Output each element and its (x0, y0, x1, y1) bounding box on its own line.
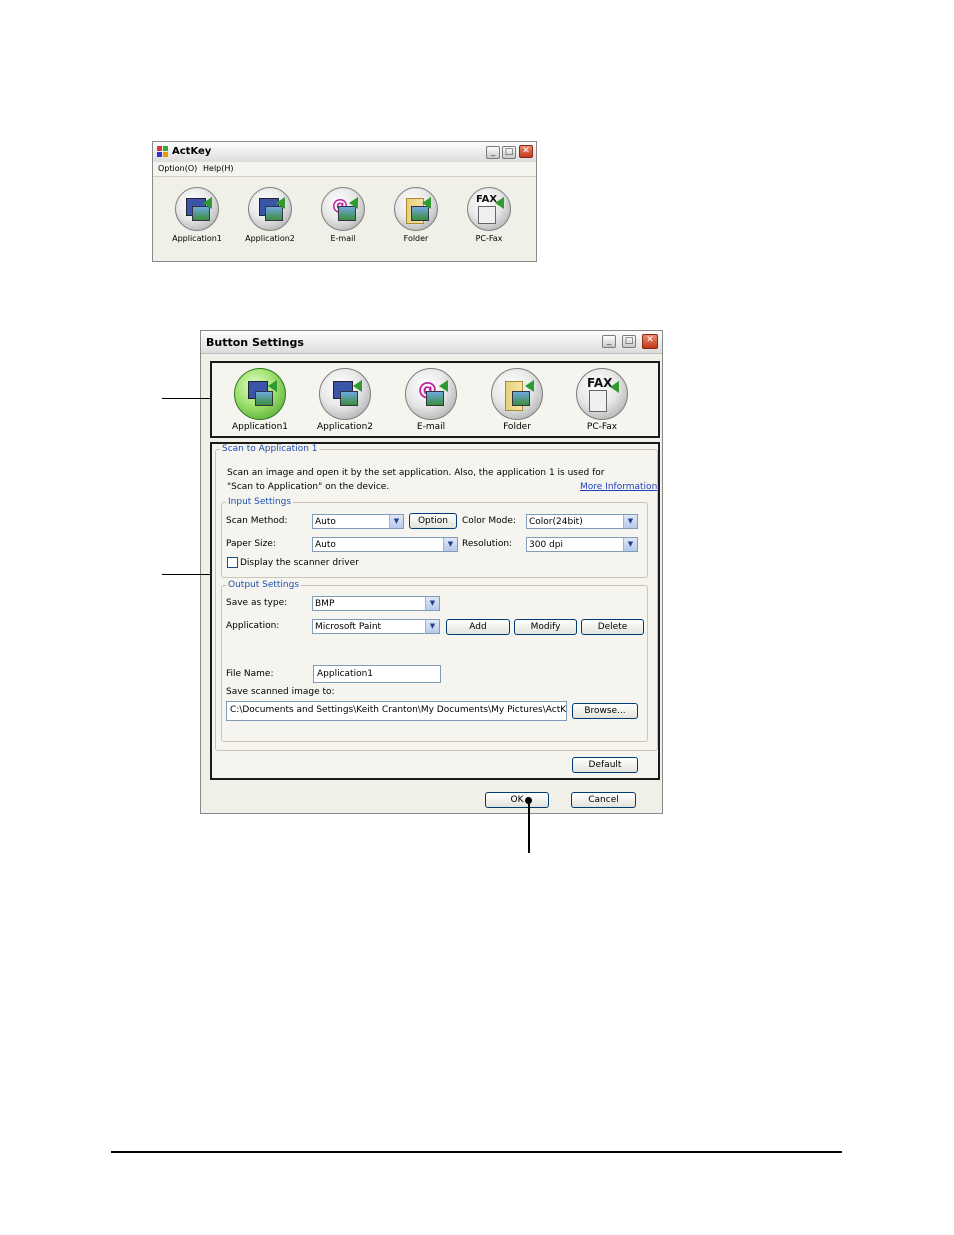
actkey-button-label: E-mail (330, 234, 356, 243)
application-label: Application: (226, 621, 280, 631)
fax-icon: FAX (467, 187, 511, 231)
actkey-email-button[interactable]: @ E-mail (314, 187, 372, 243)
close-button[interactable]: ✕ (642, 334, 658, 349)
actkey-application2-button[interactable]: Application2 (241, 187, 299, 243)
tab-label: PC-Fax (586, 422, 618, 432)
description-line1: Scan an image and open it by the set app… (227, 468, 605, 478)
chevron-down-icon: ▼ (425, 620, 439, 633)
cancel-button[interactable]: Cancel (571, 792, 636, 808)
output-settings-title: Output Settings (228, 580, 300, 590)
save-type-value: BMP (315, 599, 335, 609)
maximize-button[interactable]: □ (622, 335, 636, 348)
input-settings-title: Input Settings (228, 497, 292, 507)
application-value: Microsoft Paint (315, 622, 382, 632)
application-select[interactable]: Microsoft Paint ▼ (312, 619, 440, 634)
email-tab[interactable]: @ E-mail (396, 368, 466, 432)
dialog-titlebar[interactable]: Button Settings _ □ ✕ (201, 331, 662, 354)
tab-label: Folder (503, 422, 531, 432)
paper-size-label: Paper Size: (226, 539, 276, 549)
actkey-application1-button[interactable]: Application1 (168, 187, 226, 243)
resolution-value: 300 dpi (529, 540, 563, 550)
chevron-down-icon: ▼ (623, 538, 637, 551)
callout-line-ok (528, 800, 530, 853)
actkey-button-label: Application1 (172, 234, 222, 243)
callout-line-buttons (162, 398, 210, 399)
folder-icon (491, 368, 543, 420)
menu-option[interactable]: Option(O) (158, 164, 197, 173)
default-button[interactable]: Default (572, 757, 638, 773)
scan-group-title: Scan to Application 1 (222, 444, 318, 454)
settings-panel: Scan to Application 1 Scan an image and … (210, 442, 660, 780)
dialog-title: Button Settings (206, 336, 304, 349)
actkey-folder-button[interactable]: Folder (387, 187, 445, 243)
email-icon: @ (405, 368, 457, 420)
application-icon (175, 187, 219, 231)
scanner-driver-label: Display the scanner driver (240, 558, 359, 568)
minimize-button[interactable]: _ (486, 146, 500, 159)
save-type-select[interactable]: BMP ▼ (312, 596, 440, 611)
actkey-buttons: Application1 Application2 @ E-mail Folde… (153, 177, 536, 261)
more-information-link[interactable]: More Information (580, 482, 657, 492)
scan-method-label: Scan Method: (226, 516, 288, 526)
tab-label: E-mail (416, 422, 446, 432)
color-mode-value: Color(24bit) (529, 517, 583, 527)
maximize-button[interactable]: □ (502, 146, 516, 159)
paper-size-value: Auto (315, 540, 336, 550)
scan-method-value: Auto (315, 517, 336, 527)
close-button[interactable]: ✕ (519, 145, 533, 158)
button-selector: Application1 Application2 @ E-mail Folde… (210, 361, 660, 438)
file-name-label: File Name: (226, 669, 274, 679)
scanner-driver-checkbox[interactable] (227, 557, 238, 568)
folder-tab[interactable]: Folder (482, 368, 552, 432)
color-mode-label: Color Mode: (462, 516, 516, 526)
application-icon (319, 368, 371, 420)
tab-label: Application1 (231, 422, 288, 432)
pcfax-tab[interactable]: FAX PC-Fax (567, 368, 637, 432)
actkey-button-label: Folder (403, 234, 429, 243)
application-icon (248, 187, 292, 231)
ok-button[interactable]: OK (485, 792, 549, 808)
callout-dot-ok (525, 797, 532, 804)
application-icon (234, 368, 286, 420)
scan-method-select[interactable]: Auto ▼ (312, 514, 404, 529)
paper-size-select[interactable]: Auto ▼ (312, 537, 458, 552)
application2-tab[interactable]: Application2 (310, 368, 380, 432)
resolution-label: Resolution: (462, 539, 513, 549)
color-mode-select[interactable]: Color(24bit) ▼ (526, 514, 638, 529)
chevron-down-icon: ▼ (443, 538, 457, 551)
actkey-menubar: Option(O) Help(H) (153, 162, 536, 177)
file-name-input[interactable]: Application1 (313, 665, 441, 683)
add-button[interactable]: Add (446, 619, 510, 635)
folder-icon (394, 187, 438, 231)
save-path-input[interactable]: C:\Documents and Settings\Keith Cranton\… (226, 701, 567, 721)
actkey-button-label: Application2 (245, 234, 295, 243)
save-to-label: Save scanned image to: (226, 687, 335, 697)
chevron-down-icon: ▼ (425, 597, 439, 610)
button-settings-dialog: Button Settings _ □ ✕ Application1 Appli… (200, 330, 663, 814)
callout-line-settings (162, 574, 210, 575)
modify-button[interactable]: Modify (514, 619, 577, 635)
email-icon: @ (321, 187, 365, 231)
option-button[interactable]: Option (409, 513, 457, 529)
actkey-app-icon (157, 146, 169, 158)
actkey-titlebar[interactable]: ActKey _ □ ✕ (153, 142, 536, 163)
actkey-button-label: PC-Fax (475, 234, 503, 243)
application1-tab[interactable]: Application1 (225, 368, 295, 432)
tab-label: Application2 (316, 422, 373, 432)
delete-button[interactable]: Delete (581, 619, 644, 635)
minimize-button[interactable]: _ (602, 335, 616, 348)
actkey-title: ActKey (172, 146, 212, 157)
footer-rule (111, 1151, 842, 1153)
description-line2: "Scan to Application" on the device. (227, 482, 390, 492)
browse-button[interactable]: Browse... (572, 703, 638, 719)
actkey-pcfax-button[interactable]: FAX PC-Fax (460, 187, 518, 243)
chevron-down-icon: ▼ (389, 515, 403, 528)
fax-icon: FAX (576, 368, 628, 420)
chevron-down-icon: ▼ (623, 515, 637, 528)
save-type-label: Save as type: (226, 598, 288, 608)
resolution-select[interactable]: 300 dpi ▼ (526, 537, 638, 552)
actkey-window: ActKey _ □ ✕ Option(O) Help(H) Applicati… (152, 141, 537, 262)
menu-help[interactable]: Help(H) (203, 164, 234, 173)
